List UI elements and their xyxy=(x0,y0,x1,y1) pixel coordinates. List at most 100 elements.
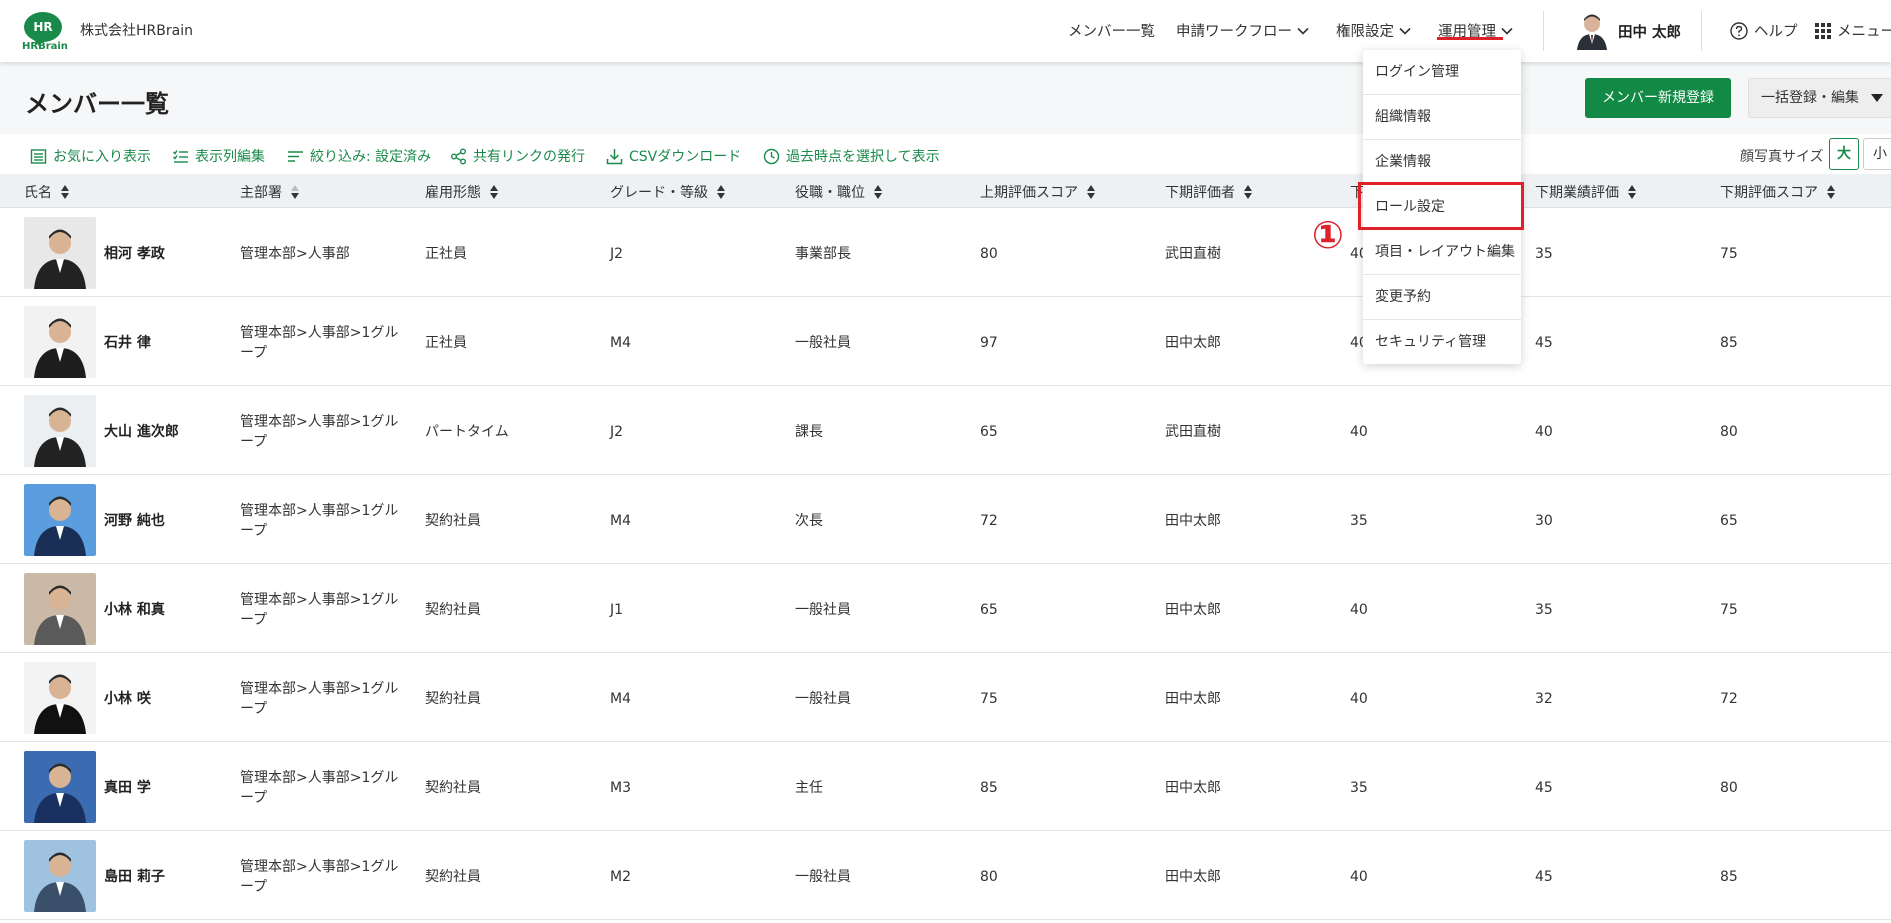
filter-button[interactable]: 絞り込み: 設定済み xyxy=(287,146,431,166)
column-header[interactable]: グレード・等級 xyxy=(610,182,726,202)
column-header-label: 下期業績評価 xyxy=(1535,185,1619,201)
cell-h1-score: 65 xyxy=(980,424,998,440)
cell-h2-score: 80 xyxy=(1720,780,1738,796)
column-header-label: グレード・等級 xyxy=(610,185,708,201)
nav-workflow[interactable]: 申請ワークフロー xyxy=(1176,20,1310,41)
table-row[interactable]: 相河 孝政 管理本部>人事部 正社員 J2 事業部長 80 武田直樹 40 35 75 xyxy=(0,208,1891,297)
cell-h2-perf: 45 xyxy=(1535,869,1553,885)
cell-h2-score: 72 xyxy=(1720,691,1738,707)
new-member-button[interactable]: メンバー新規登録 xyxy=(1585,78,1731,118)
column-header[interactable]: 下期業績評価 xyxy=(1535,182,1637,202)
member-name[interactable]: 小林 咲 xyxy=(104,689,151,709)
member-name[interactable]: 石井 律 xyxy=(104,333,151,353)
logo-bubble: HR xyxy=(24,12,62,46)
member-name[interactable]: 小林 和真 xyxy=(104,600,165,620)
table-toolbar: お気に入り表示 表示列編集 絞り込み: 設定済み 共有リンクの発行 CSVダウン… xyxy=(0,134,1891,174)
photo-size-label: 顔写真サイズ xyxy=(1740,149,1824,165)
member-photo-image xyxy=(24,217,96,289)
column-header[interactable]: 下期評価スコア xyxy=(1720,182,1836,202)
dropdown-menu-item[interactable]: ログイン管理 xyxy=(1363,50,1521,95)
help-label: ヘルプ xyxy=(1754,24,1798,40)
cell-h2-evaluator: 田中太郎 xyxy=(1165,335,1221,351)
cell-dept: 管理本部>人事部>1グループ xyxy=(240,681,399,717)
nav-members-label: メンバー一覧 xyxy=(1068,24,1155,40)
cell-h2-perf: 35 xyxy=(1535,602,1553,618)
hrbrain-logo[interactable]: HR HRBrain xyxy=(22,10,68,54)
chevron-down-icon xyxy=(1399,27,1411,35)
column-header[interactable]: 上期評価スコア xyxy=(980,182,1096,202)
cell-h2-evaluator: 田中太郎 xyxy=(1165,513,1221,529)
edit-columns-button[interactable]: 表示列編集 xyxy=(172,146,265,166)
nav-members[interactable]: メンバー一覧 xyxy=(1068,20,1155,41)
member-photo-image xyxy=(24,306,96,378)
cell-employment: 正社員 xyxy=(425,246,467,262)
member-name[interactable]: 河野 純也 xyxy=(104,511,165,531)
caret-down-icon xyxy=(1871,94,1883,102)
column-header[interactable]: 主部署 xyxy=(240,182,300,202)
column-header-label: 雇用形態 xyxy=(425,185,481,201)
cell-h1-score: 97 xyxy=(980,335,998,351)
nav-permissions[interactable]: 権限設定 xyxy=(1336,20,1412,41)
favorites-view-button[interactable]: お気に入り表示 xyxy=(30,146,151,166)
help-link[interactable]: ヘルプ xyxy=(1730,20,1798,41)
table-row[interactable]: 小林 和真 管理本部>人事部>1グループ 契約社員 J1 一般社員 65 田中太郎 40 35 7… xyxy=(0,564,1891,653)
cell-dept: 管理本部>人事部>1グループ xyxy=(240,503,399,539)
share-link-button[interactable]: 共有リンクの発行 xyxy=(450,146,585,166)
column-header[interactable]: 氏名 xyxy=(24,182,70,202)
member-photo-image xyxy=(24,573,96,645)
bulk-edit-button[interactable]: 一括登録・編集 xyxy=(1748,78,1891,118)
table-row[interactable]: 河野 純也 管理本部>人事部>1グループ 契約社員 M4 次長 72 田中太郎 35 30 65 xyxy=(0,475,1891,564)
csv-download-button[interactable]: CSVダウンロード xyxy=(606,146,741,166)
grid-menu-icon xyxy=(1815,22,1831,39)
cell-grade: M4 xyxy=(610,335,631,351)
column-list-icon xyxy=(173,149,188,163)
cell-h1-score: 75 xyxy=(980,691,998,707)
photo-size-large-button[interactable]: 大 xyxy=(1829,138,1859,170)
column-header[interactable]: 下期評価者 xyxy=(1165,182,1253,202)
dropdown-menu-item[interactable]: 項目・レイアウト編集 xyxy=(1363,230,1521,275)
member-name[interactable]: 相河 孝政 xyxy=(104,244,165,264)
member-name[interactable]: 島田 莉子 xyxy=(104,867,165,887)
cell-h1-score: 65 xyxy=(980,602,998,618)
table-row[interactable]: 小林 咲 管理本部>人事部>1グループ 契約社員 M4 一般社員 75 田中太郎 40 32 72 xyxy=(0,653,1891,742)
page-title-bar: メンバー一覧 メンバー新規登録 一括登録・編集 xyxy=(0,62,1891,134)
cell-employment: 契約社員 xyxy=(425,691,481,707)
table-row[interactable]: 真田 学 管理本部>人事部>1グループ 契約社員 M3 主任 85 田中太郎 35 45 80 xyxy=(0,742,1891,831)
table-row[interactable]: 島田 莉子 管理本部>人事部>1グループ 契約社員 M2 一般社員 80 田中太郎 40 45 8… xyxy=(0,831,1891,920)
cell-h2-evaluator: 武田直樹 xyxy=(1165,246,1221,262)
member-name[interactable]: 大山 進次郎 xyxy=(104,422,179,442)
cell-h2-perf: 32 xyxy=(1535,691,1553,707)
dropdown-menu-item[interactable]: 企業情報 xyxy=(1363,140,1521,185)
dropdown-menu-item[interactable]: 変更予約 xyxy=(1363,275,1521,320)
cell-h2-perf: 30 xyxy=(1535,513,1553,529)
nav-permissions-label: 権限設定 xyxy=(1336,24,1394,40)
member-name[interactable]: 真田 学 xyxy=(104,778,151,798)
cell-dept: 管理本部>人事部>1グループ xyxy=(240,325,399,361)
photo-size-small-button[interactable]: 小 xyxy=(1863,138,1891,170)
column-header[interactable]: 役職・職位 xyxy=(795,182,883,202)
cell-h1-score: 80 xyxy=(980,869,998,885)
cell-h1-score: 72 xyxy=(980,513,998,529)
table-row[interactable]: 大山 進次郎 管理本部>人事部>1グループ パートタイム J2 課長 65 武田直樹 40 40… xyxy=(0,386,1891,475)
member-photo-image xyxy=(24,840,96,912)
cell-position: 次長 xyxy=(795,513,823,529)
share-link-label: 共有リンクの発行 xyxy=(473,149,585,165)
column-header[interactable]: 雇用形態 xyxy=(425,182,499,202)
table-row[interactable]: 石井 律管理本部>人事部>1グループ 正社員 M4 一般社員 97 田中太郎 40 45 85 xyxy=(0,297,1891,386)
user-name[interactable]: 田中 太郎 xyxy=(1618,21,1681,42)
member-photo-image xyxy=(24,395,96,467)
cell-position: 一般社員 xyxy=(795,869,851,885)
member-photo xyxy=(24,751,96,823)
user-avatar[interactable] xyxy=(1575,12,1609,50)
dropdown-menu-item[interactable]: 組織情報 xyxy=(1363,95,1521,140)
app-menu[interactable]: メニュー xyxy=(1815,20,1891,41)
cell-h2-score: 85 xyxy=(1720,869,1738,885)
dropdown-menu-item[interactable]: セキュリティ管理 xyxy=(1363,320,1521,365)
cell-h2-goal: 35 xyxy=(1350,513,1368,529)
table-header: 氏名 主部署 雇用形態 グレード・等級 役職・職位 上期評価スコア 下期評価者下下期業績評価… xyxy=(0,174,1891,208)
member-photo-image xyxy=(24,751,96,823)
cell-h1-score: 80 xyxy=(980,246,998,262)
filter-icon xyxy=(288,150,303,162)
cell-h2-perf: 40 xyxy=(1535,424,1553,440)
past-point-button[interactable]: 過去時点を選択して表示 xyxy=(763,146,940,166)
